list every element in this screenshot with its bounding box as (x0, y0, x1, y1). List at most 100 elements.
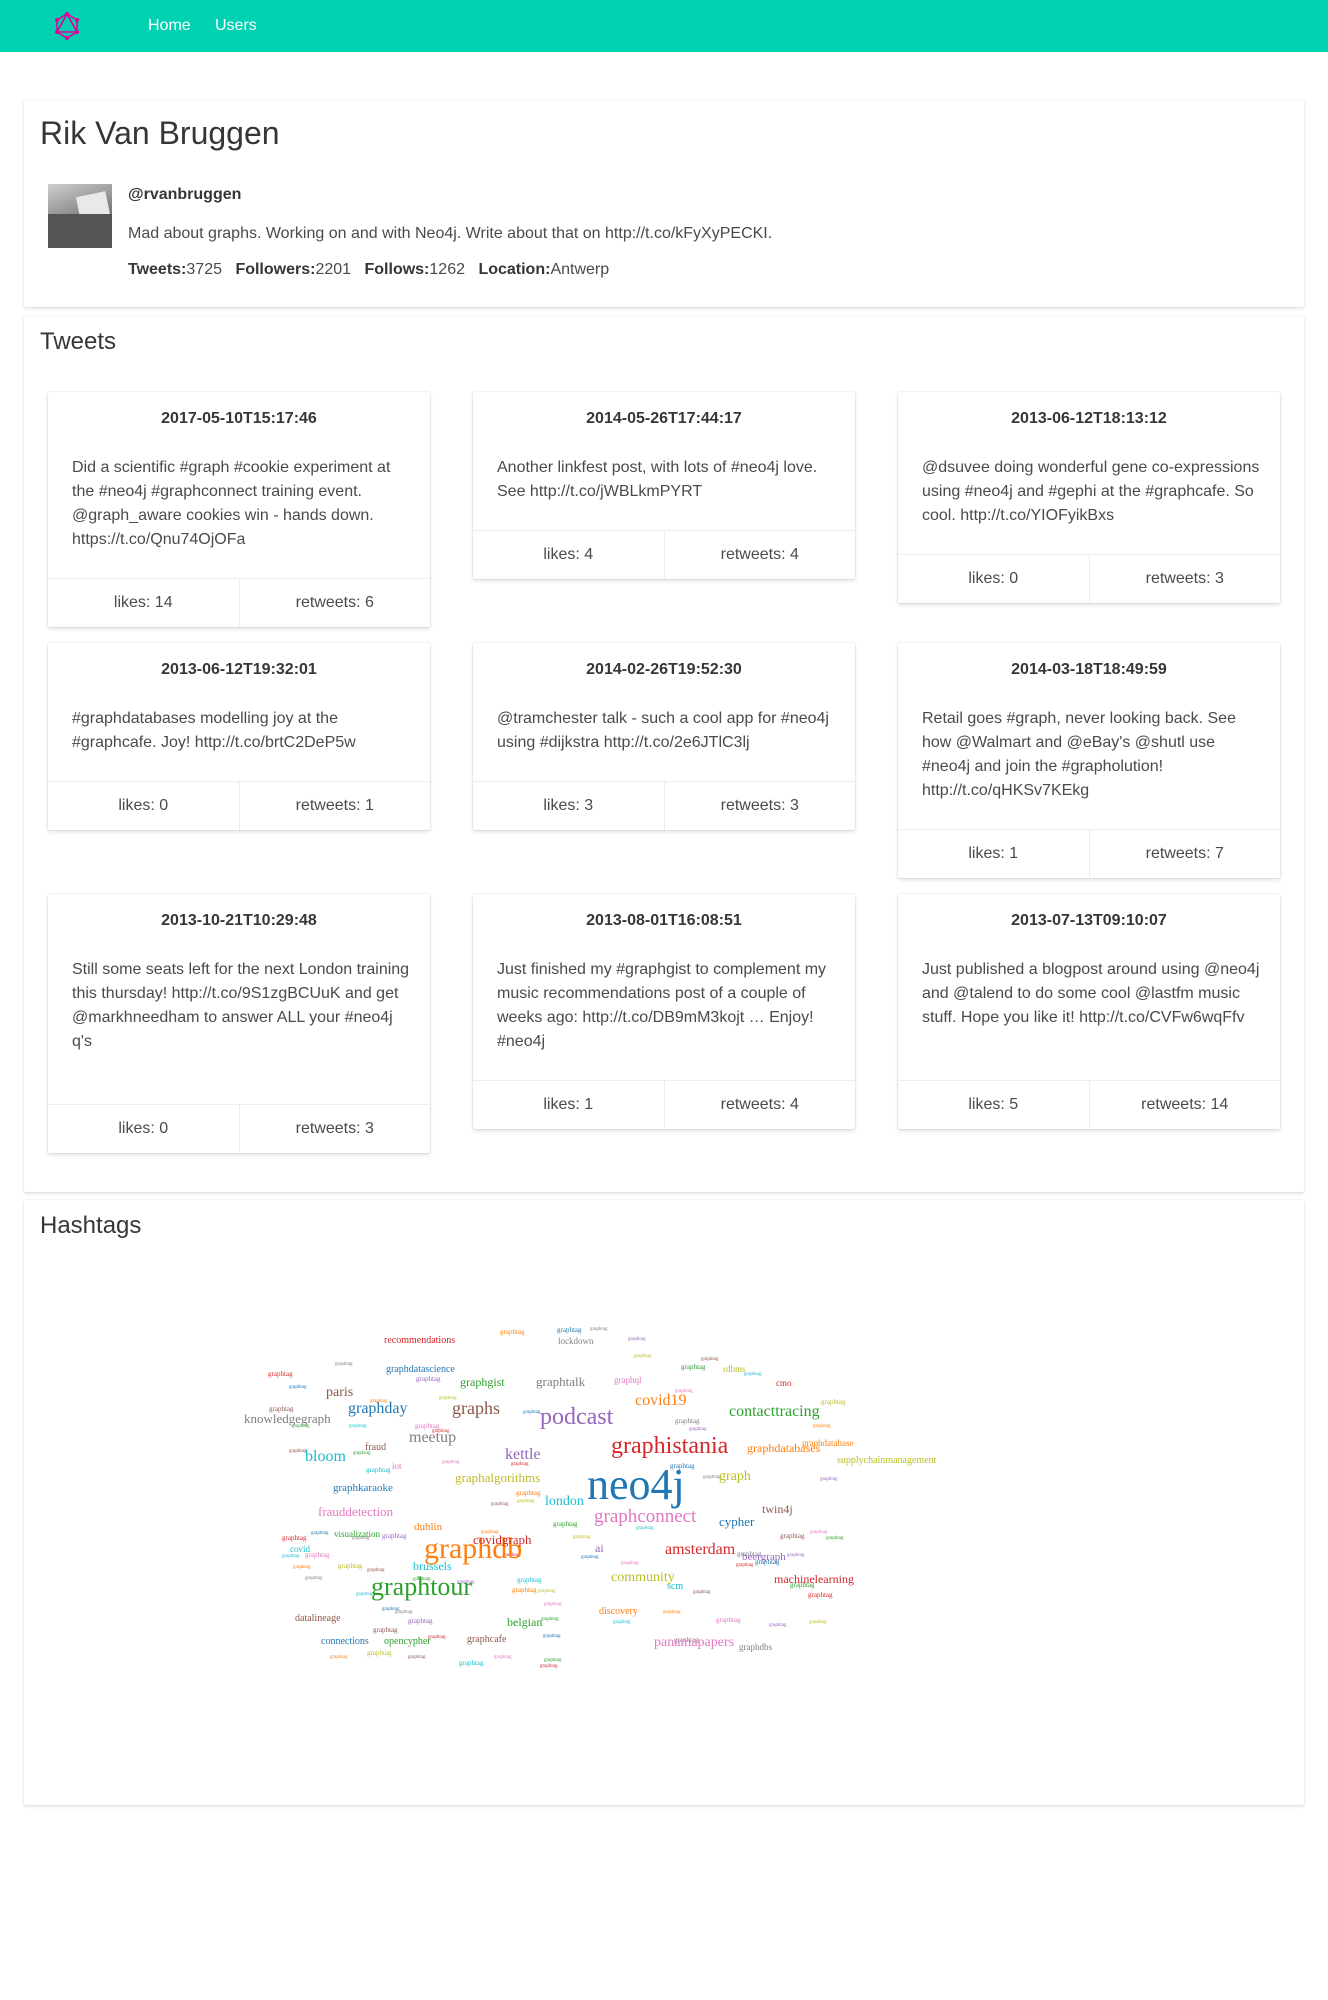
hashtag-word[interactable]: opencypher (384, 1636, 431, 1647)
hashtag-word[interactable]: dublin (414, 1521, 443, 1533)
hashtag-word[interactable]: amsterdam (665, 1541, 736, 1558)
hashtag-word[interactable]: fraud (365, 1442, 386, 1453)
hashtag-word[interactable]: podcast (540, 1404, 614, 1430)
hashtag-word[interactable]: bloom (305, 1448, 346, 1465)
hashtag-word-minor: graphtag (395, 1610, 413, 1615)
hashtag-word[interactable]: graphdatabase (802, 1438, 853, 1448)
tweet-likes[interactable]: likes: 0 (898, 555, 1089, 603)
hashtag-word[interactable]: covid (290, 1544, 310, 1554)
hashtag-word[interactable]: covidgraph (473, 1532, 532, 1547)
hashtag-word[interactable]: iot (392, 1461, 402, 1471)
hashtag-word[interactable]: brussels (413, 1559, 452, 1573)
hashtag-word[interactable]: cmo (776, 1378, 792, 1388)
nav-users-link[interactable]: Users (215, 16, 257, 36)
hashtag-word-minor: graphtag (330, 1655, 348, 1660)
hashtag-word[interactable]: graphtalk (536, 1374, 586, 1389)
hashtag-word[interactable]: connections (321, 1636, 369, 1647)
hashtag-word-minor: graphtag (769, 1623, 787, 1628)
hashtag-word[interactable]: graph (719, 1469, 751, 1484)
hashtag-word[interactable]: scm (667, 1581, 683, 1592)
hashtag-word[interactable]: twin4j (762, 1502, 793, 1516)
hashtag-word[interactable]: covid19 (635, 1392, 687, 1409)
tweet-likes[interactable]: likes: 0 (48, 782, 239, 830)
hashtag-word[interactable]: beergraph (742, 1551, 786, 1563)
tweet-likes[interactable]: likes: 14 (48, 579, 239, 627)
hashtag-word-minor: graphtag (663, 1610, 681, 1615)
tweet-retweets[interactable]: retweets: 7 (1088, 830, 1281, 878)
hashtag-word[interactable]: graphdbs (739, 1642, 772, 1652)
hashtag-word[interactable]: recommendations (384, 1335, 455, 1346)
hashtag-word-minor: graphtag (621, 1561, 639, 1566)
tweet-retweets[interactable]: retweets: 1 (238, 782, 431, 830)
hashtag-word[interactable]: graphdatascience (386, 1364, 455, 1375)
tweet-retweets[interactable]: retweets: 4 (663, 531, 856, 579)
hashtag-word-minor: graphtag (544, 1602, 562, 1607)
hashtag-word[interactable]: graphistania (611, 1433, 729, 1459)
tweet-likes[interactable]: likes: 3 (473, 782, 664, 830)
hashtag-word-minor: graphtag (408, 1655, 426, 1660)
hashtag-word[interactable]: meetup (409, 1429, 456, 1446)
tweet-likes[interactable]: likes: 1 (898, 830, 1089, 878)
profile-card: Rik Van Bruggen @rvanbruggen Mad about g… (24, 100, 1304, 307)
tweet-retweets[interactable]: retweets: 4 (663, 1081, 856, 1129)
profile-bio: Mad about graphs. Working on and with Ne… (128, 225, 773, 242)
tweet-date: 2014-03-18T18:49:59 (1011, 661, 1167, 678)
nav-home-link[interactable]: Home (148, 16, 191, 36)
hashtag-word-minor: graphtag (628, 1337, 646, 1342)
hashtag-word-minor: graphtag (808, 1591, 833, 1599)
tweet-footer: likes: 4 retweets: 4 (473, 530, 855, 579)
hashtag-word-minor: graphtag (573, 1535, 591, 1540)
hashtag-word[interactable]: graphtour (371, 1572, 472, 1601)
hashtag-word[interactable]: cypher (719, 1514, 755, 1529)
hashtag-word[interactable]: frauddetection (318, 1504, 394, 1519)
hashtag-word[interactable]: lockdown (558, 1336, 594, 1346)
hashtag-word[interactable]: supplychainmanagement (837, 1455, 937, 1466)
hashtag-word[interactable]: graphql (614, 1375, 642, 1385)
hashtag-word[interactable]: graphgist (460, 1375, 505, 1389)
graphql-logo-icon[interactable] (52, 11, 82, 41)
hashtag-word[interactable]: rdbms (723, 1364, 746, 1374)
tweet-retweets[interactable]: retweets: 3 (663, 782, 856, 830)
tweet-text: Did a scientific #graph #cookie experime… (72, 459, 391, 548)
hashtag-word-minor: graphtag (282, 1554, 300, 1559)
tweet-date: 2013-07-13T09:10:07 (1011, 912, 1167, 929)
hashtag-word[interactable]: graphconnect (594, 1506, 697, 1527)
hashtag-word[interactable]: knowledgegraph (244, 1411, 331, 1426)
tweet-likes[interactable]: likes: 0 (48, 1105, 239, 1153)
hashtag-word-minor: graphtag (367, 1649, 392, 1657)
tweet-date: 2017-05-10T15:17:46 (161, 410, 317, 427)
hashtag-word-minor: graphtag (821, 1398, 846, 1406)
hashtag-word[interactable]: ai (595, 1541, 604, 1555)
hashtag-word[interactable]: panamapapers (654, 1635, 734, 1650)
hashtag-word[interactable]: machinelearning (774, 1572, 854, 1586)
hashtag-word[interactable]: graphalgorithms (455, 1470, 540, 1485)
tweet-likes[interactable]: likes: 1 (473, 1081, 664, 1129)
tweet-retweets[interactable]: retweets: 6 (238, 579, 431, 627)
tweet-footer: likes: 5 retweets: 14 (898, 1080, 1280, 1129)
hashtag-word-minor: graphtag (311, 1531, 329, 1536)
hashtag-word[interactable]: graphday (348, 1400, 408, 1417)
hashtag-word[interactable]: contacttracing (729, 1403, 820, 1420)
hashtag-word[interactable]: neo4j (587, 1460, 685, 1509)
hashtag-word[interactable]: graphcafe (467, 1634, 507, 1645)
tweet-date: 2013-10-21T10:29:48 (161, 912, 317, 929)
tweet-retweets[interactable]: retweets: 14 (1088, 1081, 1281, 1129)
hashtag-word[interactable]: community (611, 1570, 675, 1585)
tweet-retweets[interactable]: retweets: 3 (238, 1105, 431, 1153)
hashtag-word-minor: graphtag (681, 1363, 706, 1371)
hashtag-word[interactable]: kettle (505, 1446, 541, 1463)
hashtag-word-minor: graphtag (689, 1427, 707, 1432)
hashtag-word[interactable]: belgian (507, 1615, 542, 1629)
hashtag-word[interactable]: paris (326, 1385, 353, 1400)
hashtag-word[interactable]: discovery (599, 1606, 638, 1617)
hashtag-word[interactable]: graphs (452, 1398, 500, 1418)
hashtag-word[interactable]: visualization (334, 1529, 380, 1539)
hashtag-word[interactable]: graphkaraoke (333, 1482, 393, 1494)
hashtag-word-minor: graphtag (335, 1362, 353, 1367)
hashtag-word-minor: graphtag (557, 1326, 582, 1334)
hashtag-word[interactable]: datalineage (295, 1613, 341, 1624)
tweet-likes[interactable]: likes: 5 (898, 1081, 1089, 1129)
tweet-likes[interactable]: likes: 4 (473, 531, 664, 579)
hashtag-word[interactable]: london (545, 1494, 584, 1509)
tweet-retweets[interactable]: retweets: 3 (1088, 555, 1281, 603)
